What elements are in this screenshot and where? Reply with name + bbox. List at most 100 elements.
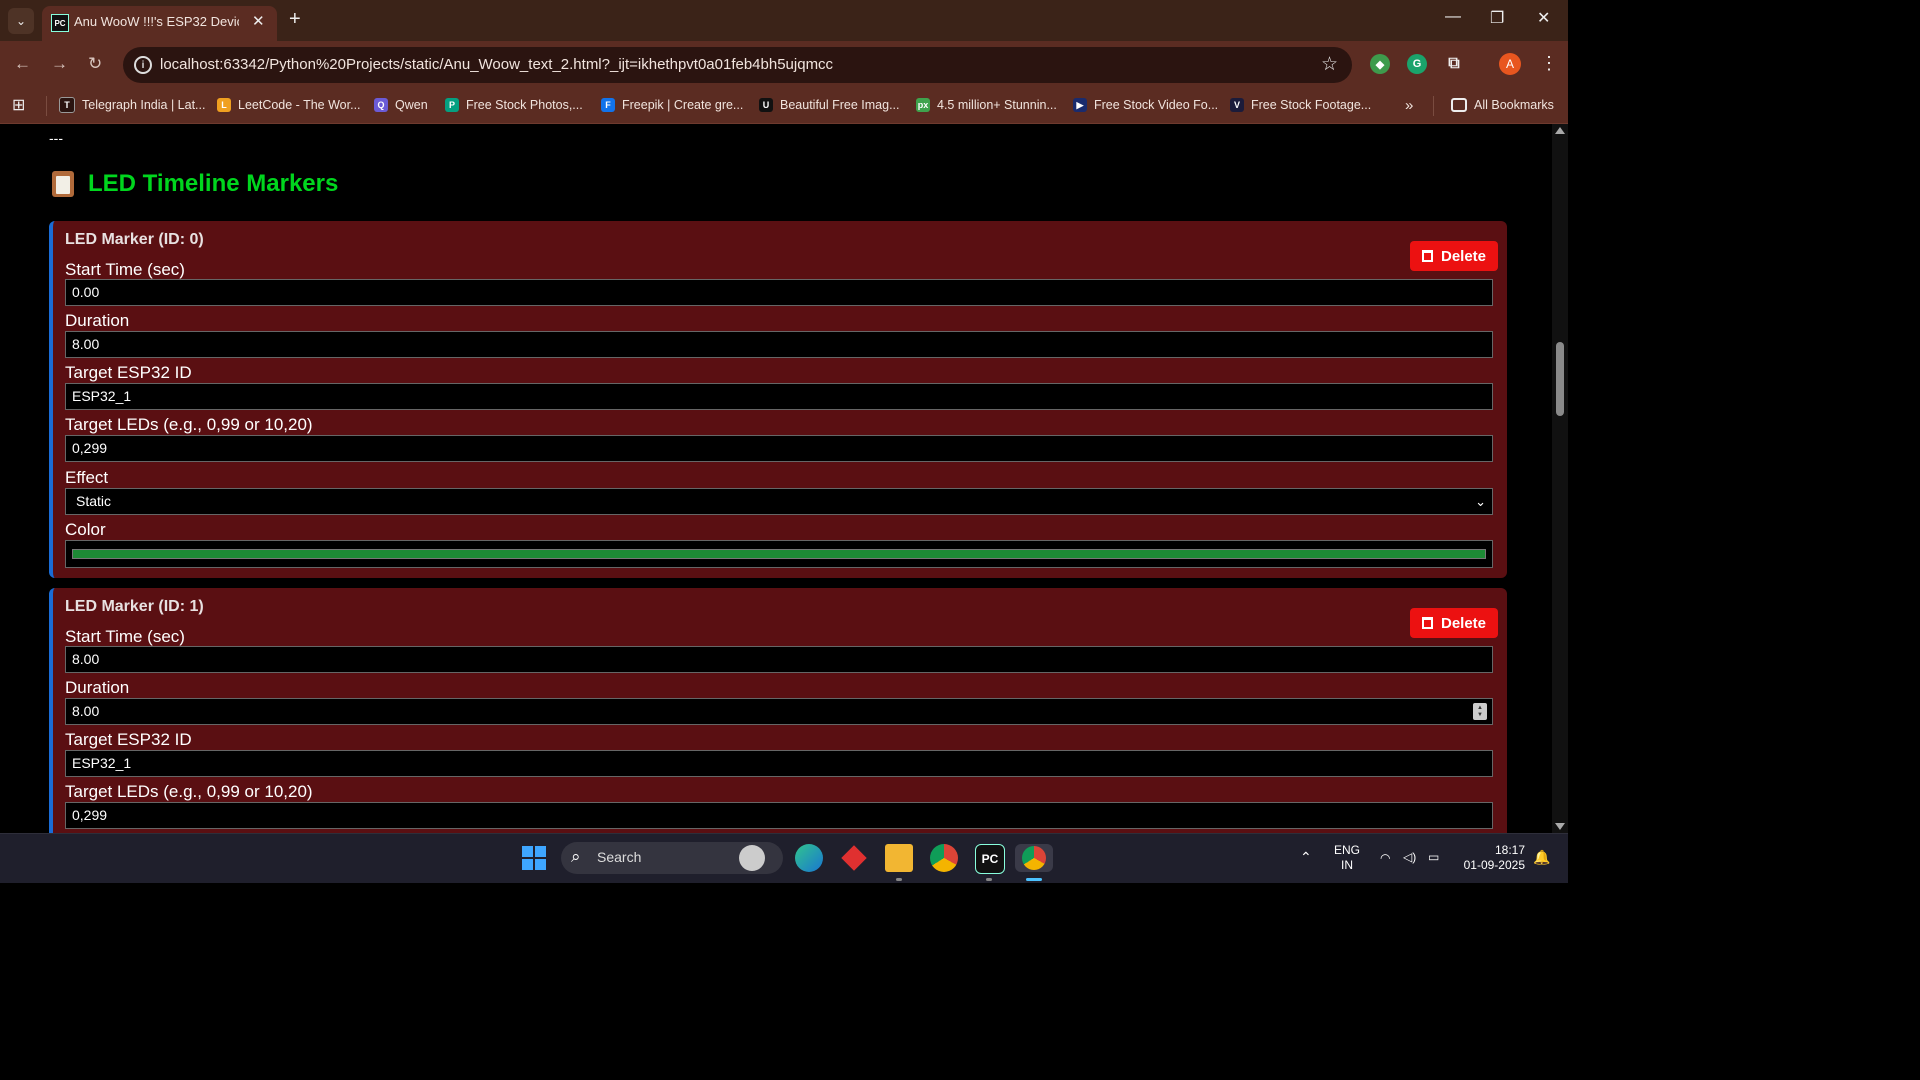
tab-close-icon[interactable]: ✕: [252, 12, 265, 30]
apps-grid-icon[interactable]: ⊞: [12, 95, 25, 115]
running-indicator: [986, 878, 992, 881]
battery-icon[interactable]: ▭: [1428, 850, 1439, 865]
pycharm-favicon-icon: PC: [51, 14, 69, 32]
color-swatch: [72, 549, 1486, 559]
forward-icon[interactable]: →: [51, 54, 68, 74]
window-close-icon[interactable]: ✕: [1537, 8, 1550, 28]
target-leds-input[interactable]: 0,299: [65, 802, 1493, 829]
wifi-icon[interactable]: ◠: [1380, 851, 1390, 866]
effect-selected-value: Static: [76, 493, 112, 509]
extensions-puzzle-icon[interactable]: ⧉: [1444, 54, 1464, 74]
effect-select[interactable]: Static ⌄: [65, 488, 1493, 515]
bookmark-label: Free Stock Video Fo...: [1094, 98, 1219, 112]
duration-input[interactable]: 8.00 ▲ ▼: [65, 698, 1493, 725]
marker-title: LED Marker (ID: 1): [65, 598, 204, 615]
bookmark-item[interactable]: P Free Stock Photos,...: [445, 95, 583, 115]
bookmark-item[interactable]: F Freepik | Create gre...: [601, 95, 743, 115]
separator-text: ---: [49, 130, 63, 146]
site-info-icon[interactable]: i: [134, 56, 152, 74]
esp32-id-label: Target ESP32 ID: [65, 730, 192, 749]
unsplash-icon: U: [759, 98, 773, 112]
duration-input[interactable]: 8.00: [65, 331, 1493, 358]
all-bookmarks-button[interactable]: All Bookmarks: [1451, 95, 1554, 115]
profile-avatar[interactable]: A: [1499, 53, 1521, 75]
reload-icon[interactable]: ↻: [88, 54, 102, 74]
search-icon: ⌕: [571, 847, 581, 866]
clock-time: 18:17: [1494, 843, 1525, 857]
page-scrollbar[interactable]: [1552, 124, 1568, 833]
volume-icon[interactable]: ◁): [1403, 850, 1416, 865]
section-title-text: LED Timeline Markers: [88, 170, 339, 197]
scroll-down-arrow-icon[interactable]: [1555, 823, 1565, 830]
chrome-menu-icon[interactable]: ⋮: [1540, 53, 1558, 74]
bookmarks-bar: ⊞ T Telegraph India | Lat... L LeetCode - …: [0, 88, 1568, 124]
target-leds-label: Target LEDs (e.g., 0,99 or 10,20): [65, 782, 313, 801]
tray-overflow-chevron-icon[interactable]: ⌃: [1300, 850, 1312, 865]
minimize-icon[interactable]: —: [1445, 8, 1461, 26]
duration-label: Duration: [65, 678, 130, 697]
file-explorer-icon[interactable]: [885, 844, 913, 872]
bookmark-label: LeetCode - The Wor...: [238, 98, 361, 112]
url-text[interactable]: localhost:63342/Python%20Projects/static…: [160, 56, 833, 73]
all-bookmarks-label: All Bookmarks: [1474, 98, 1554, 112]
grammarly-icon[interactable]: G: [1407, 54, 1427, 74]
bookmark-label: Qwen: [395, 98, 428, 112]
edge-icon[interactable]: [795, 844, 823, 872]
duration-value: 8.00: [72, 703, 100, 719]
start-time-input[interactable]: 8.00: [65, 646, 1493, 673]
delete-button[interactable]: Delete: [1410, 241, 1498, 271]
taskbar-search[interactable]: ⌕ Search: [561, 842, 783, 874]
tab-search-chevron-icon[interactable]: ⌄: [8, 8, 34, 34]
restore-icon[interactable]: ❐: [1490, 8, 1504, 28]
delete-label: Delete: [1440, 614, 1487, 632]
color-picker[interactable]: [65, 540, 1493, 568]
bookmark-label: 4.5 million+ Stunnin...: [937, 98, 1057, 112]
start-time-label: Start Time (sec): [65, 260, 185, 279]
target-leds-label: Target LEDs (e.g., 0,99 or 10,20): [65, 415, 313, 434]
tab-title: Anu WooW !!!'s ESP32 Device M: [74, 14, 239, 29]
target-leds-input[interactable]: 0,299: [65, 435, 1493, 462]
bookmark-label: Beautiful Free Imag...: [780, 98, 900, 112]
esp32-id-input[interactable]: ESP32_1: [65, 383, 1493, 410]
language-indicator[interactable]: ENG IN: [1334, 843, 1360, 873]
extension-icon[interactable]: ◆: [1370, 54, 1390, 74]
new-tab-icon[interactable]: +: [289, 8, 301, 30]
browser-tab-strip: ⌄ PC Anu WooW !!!'s ESP32 Device M ✕ + —…: [0, 0, 1568, 41]
bookmark-item[interactable]: ▶ Free Stock Video Fo...: [1073, 95, 1218, 115]
clock-date: 01-09-2025: [1463, 858, 1525, 872]
browser-tab[interactable]: PC Anu WooW !!!'s ESP32 Device M ✕: [42, 6, 277, 41]
bookmark-item[interactable]: U Beautiful Free Imag...: [759, 95, 900, 115]
number-spinner-icon[interactable]: ▲ ▼: [1473, 703, 1487, 720]
chrome-icon[interactable]: [930, 844, 958, 872]
color-label: Color: [65, 520, 106, 539]
scroll-up-arrow-icon[interactable]: [1555, 127, 1565, 134]
videvo-icon: V: [1230, 98, 1244, 112]
bookmark-star-icon[interactable]: ☆: [1321, 53, 1338, 76]
pycharm-icon[interactable]: PC: [975, 844, 1005, 874]
windows-start-icon[interactable]: [520, 844, 548, 872]
delete-button[interactable]: Delete: [1410, 608, 1498, 638]
address-bar[interactable]: i localhost:63342/Python%20Projects/stat…: [123, 47, 1352, 83]
telegraph-icon: T: [59, 97, 75, 113]
bookmark-item[interactable]: T Telegraph India | Lat...: [59, 95, 205, 115]
clock[interactable]: 18:17 01-09-2025: [1459, 843, 1525, 873]
esp32-id-input[interactable]: ESP32_1: [65, 750, 1493, 777]
app-diamond-icon[interactable]: [840, 844, 868, 872]
language-label: ENG: [1334, 843, 1361, 857]
chrome-profile-icon[interactable]: [1015, 844, 1053, 872]
bookmark-item[interactable]: L LeetCode - The Wor...: [217, 95, 361, 115]
trash-icon: [1421, 250, 1433, 262]
bookmark-item[interactable]: V Free Stock Footage...: [1230, 95, 1371, 115]
more-bookmarks-icon[interactable]: »: [1405, 95, 1413, 115]
start-time-input[interactable]: 0.00: [65, 279, 1493, 306]
scrollbar-thumb[interactable]: [1556, 342, 1564, 416]
bookmark-item[interactable]: px 4.5 million+ Stunnin...: [916, 95, 1057, 115]
pexels-icon: P: [445, 98, 459, 112]
notification-bell-icon[interactable]: 🔔: [1533, 850, 1550, 865]
freepik-icon: F: [601, 98, 615, 112]
bookmark-item[interactable]: Q Qwen: [374, 95, 428, 115]
back-icon[interactable]: ←: [14, 54, 31, 74]
bookmarks-divider: [46, 96, 47, 116]
esp32-id-label: Target ESP32 ID: [65, 363, 192, 382]
trash-icon: [1421, 617, 1433, 629]
